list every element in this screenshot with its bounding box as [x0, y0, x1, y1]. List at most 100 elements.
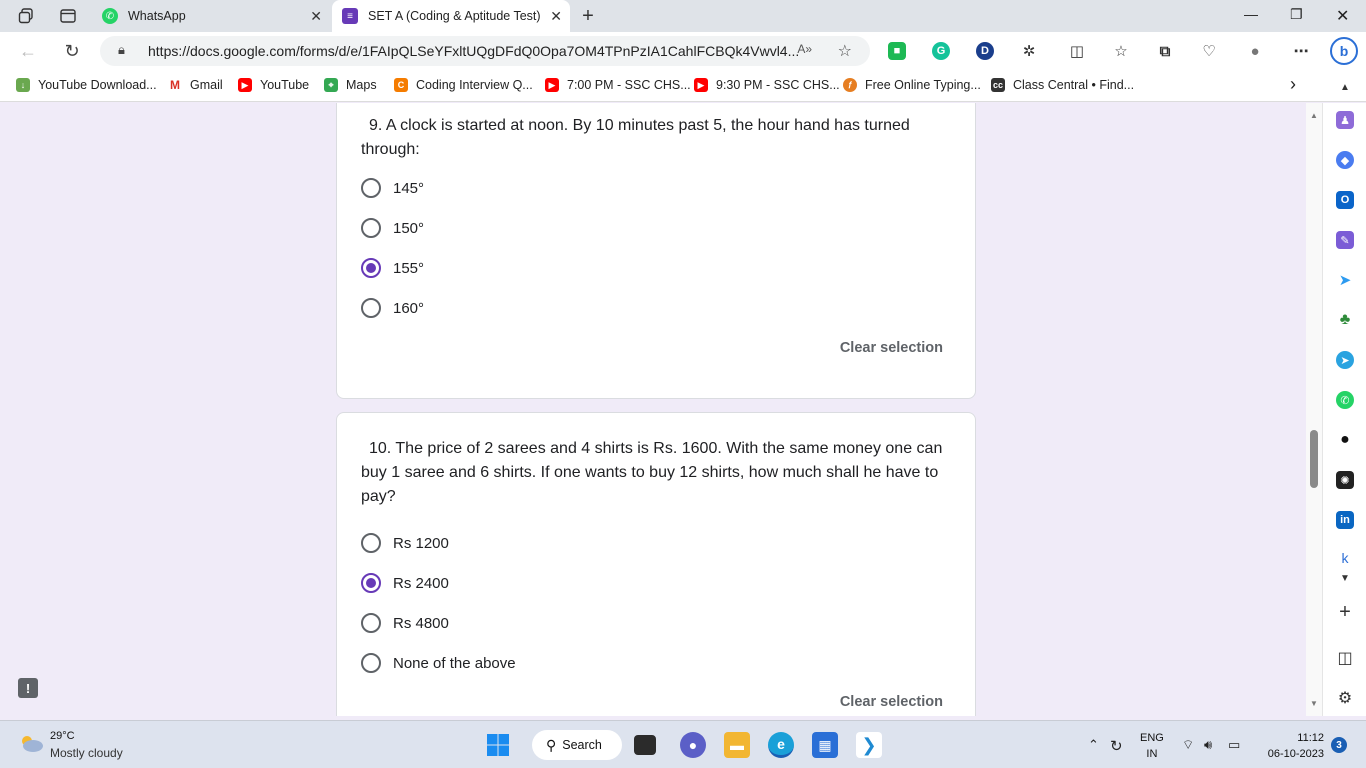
- wifi-icon[interactable]: ⌔: [1182, 737, 1194, 753]
- outlook-icon[interactable]: O: [1336, 191, 1354, 209]
- games-icon[interactable]: ♟: [1336, 111, 1354, 129]
- close-icon[interactable]: ✕: [550, 8, 562, 25]
- radio-button[interactable]: [361, 178, 381, 198]
- radio-button-selected[interactable]: [361, 258, 381, 278]
- option-145[interactable]: 145°: [361, 178, 424, 198]
- task-view-icon[interactable]: [634, 735, 656, 755]
- scroll-down-icon[interactable]: ▼: [1310, 699, 1318, 708]
- google-forms-icon: ≡: [342, 8, 358, 24]
- windows-taskbar: 29°C Mostly cloudy ⚲ Search ● ▬ e ▦ ❯ ⌃ …: [0, 720, 1366, 768]
- notification-badge[interactable]: 3: [1331, 737, 1347, 753]
- report-feedback-icon[interactable]: !: [18, 678, 38, 698]
- profile-icon[interactable]: ●: [1246, 42, 1264, 60]
- edge-browser-icon[interactable]: e: [768, 732, 794, 758]
- show-hidden-icons-icon[interactable]: ⌃: [1088, 737, 1099, 753]
- bookmark-typing[interactable]: 𝑓 Free Online Typing...: [843, 78, 981, 92]
- weather-temperature[interactable]: 29°C: [50, 730, 75, 742]
- radio-button[interactable]: [361, 533, 381, 553]
- radio-button-selected[interactable]: [361, 573, 381, 593]
- favorite-star-icon[interactable]: ☆: [838, 41, 852, 61]
- bookmark-maps[interactable]: ⌖ Maps: [324, 78, 377, 92]
- weather-cloud-icon[interactable]: [18, 733, 44, 753]
- option-150[interactable]: 150°: [361, 218, 424, 238]
- option-160[interactable]: 160°: [361, 298, 424, 318]
- windows-start-icon[interactable]: [485, 732, 511, 758]
- minimize-icon[interactable]: —: [1244, 6, 1258, 22]
- github-icon[interactable]: ●: [1336, 431, 1354, 449]
- radio-button[interactable]: [361, 613, 381, 633]
- extension-d-icon[interactable]: D: [976, 42, 994, 60]
- extension-green-icon[interactable]: ■: [888, 42, 906, 60]
- send-icon[interactable]: ➤: [1336, 271, 1354, 289]
- file-explorer-icon[interactable]: ▬: [724, 732, 750, 758]
- workspaces-icon[interactable]: [16, 6, 36, 26]
- sidebar-scroll-down-icon[interactable]: ▼: [1336, 569, 1354, 587]
- new-tab-icon[interactable]: +: [578, 5, 598, 27]
- clear-selection-button[interactable]: Clear selection: [840, 694, 943, 710]
- option-155[interactable]: 155°: [361, 258, 424, 278]
- grammarly-icon[interactable]: G: [932, 42, 950, 60]
- chevron-right-icon[interactable]: ›: [1290, 74, 1296, 95]
- bookmark-youtube-download[interactable]: ↓ YouTube Download...: [16, 78, 157, 92]
- scrollbar-thumb[interactable]: [1310, 430, 1318, 488]
- option-rs-4800[interactable]: Rs 4800: [361, 613, 449, 633]
- teams-chat-icon[interactable]: ●: [680, 732, 706, 758]
- clear-selection-button[interactable]: Clear selection: [840, 340, 943, 356]
- url-field[interactable]: 🔒︎ https://docs.google.com/forms/d/e/1FA…: [100, 36, 870, 66]
- sidebar-settings-icon[interactable]: ⚙: [1336, 689, 1354, 707]
- vscode-icon[interactable]: ❯: [856, 732, 882, 758]
- scroll-up-icon[interactable]: ▲: [1310, 111, 1318, 120]
- bookmark-youtube[interactable]: ▶ YouTube: [238, 78, 309, 92]
- taskbar-search[interactable]: ⚲ Search: [532, 730, 622, 760]
- close-icon[interactable]: ✕: [310, 8, 322, 25]
- option-rs-1200[interactable]: Rs 1200: [361, 533, 449, 553]
- refresh-icon[interactable]: ↻: [62, 41, 82, 61]
- page-scrollbar[interactable]: ▲ ▼: [1306, 103, 1322, 716]
- partial-icon[interactable]: k: [1336, 549, 1354, 567]
- close-window-icon[interactable]: ✕: [1336, 6, 1349, 26]
- chatgpt-icon[interactable]: ✺: [1336, 471, 1354, 489]
- youtube-icon: ▶: [238, 78, 252, 92]
- tab-label: SET A (Coding & Aptitude Test): [368, 9, 541, 23]
- tab-actions-icon[interactable]: [58, 6, 78, 26]
- read-aloud-icon[interactable]: A»: [797, 42, 812, 56]
- bookmark-class-central[interactable]: cc Class Central • Find...: [991, 78, 1134, 92]
- linkedin-icon[interactable]: in: [1336, 511, 1354, 529]
- bing-copilot-icon[interactable]: b: [1330, 37, 1358, 65]
- tab-whatsapp[interactable]: ✆ WhatsApp ✕: [96, 0, 330, 32]
- radio-button[interactable]: [361, 298, 381, 318]
- volume-icon[interactable]: 🔊︎: [1204, 737, 1212, 753]
- radio-button[interactable]: [361, 653, 381, 673]
- bookmark-coding-interview[interactable]: C Coding Interview Q...: [394, 78, 533, 92]
- system-clock[interactable]: 11:12 06-10-2023: [1256, 730, 1324, 762]
- battery-icon[interactable]: ▭: [1228, 737, 1240, 753]
- designer-icon[interactable]: ✎: [1336, 231, 1354, 249]
- favorites-icon[interactable]: ☆: [1112, 42, 1130, 60]
- extensions-icon[interactable]: ✲: [1020, 42, 1038, 60]
- restore-icon[interactable]: ❐: [1290, 6, 1303, 23]
- tree-icon[interactable]: ♣: [1336, 311, 1354, 329]
- telegram-icon[interactable]: ➤: [1336, 351, 1354, 369]
- back-icon[interactable]: ←: [18, 41, 38, 61]
- copilot-icon[interactable]: ◆: [1336, 151, 1354, 169]
- split-screen-icon[interactable]: ◫: [1068, 42, 1086, 60]
- hide-sidebar-icon[interactable]: ◫: [1336, 649, 1354, 667]
- radio-button[interactable]: [361, 218, 381, 238]
- sidebar-collapse-icon[interactable]: ▲: [1336, 78, 1354, 96]
- bookmark-ssc-930pm[interactable]: ▶ 9:30 PM - SSC CHS...: [694, 78, 840, 92]
- class-central-icon: cc: [991, 78, 1005, 92]
- add-sidebar-app-icon[interactable]: +: [1336, 601, 1354, 623]
- option-rs-2400[interactable]: Rs 2400: [361, 573, 449, 593]
- input-language[interactable]: ENG IN: [1140, 730, 1164, 762]
- bookmark-gmail[interactable]: M Gmail: [168, 78, 223, 92]
- browser-essentials-icon[interactable]: ♡: [1200, 42, 1218, 60]
- sync-icon[interactable]: ↻: [1110, 737, 1123, 755]
- tab-forms[interactable]: ≡ SET A (Coding & Aptitude Test) ✕: [332, 0, 570, 32]
- collections-icon[interactable]: ⧉: [1156, 42, 1174, 60]
- microsoft-store-icon[interactable]: ▦: [812, 732, 838, 758]
- option-none-of-the-above[interactable]: None of the above: [361, 653, 516, 673]
- more-menu-icon[interactable]: ⋯: [1292, 42, 1310, 60]
- weather-condition[interactable]: Mostly cloudy: [50, 746, 123, 760]
- whatsapp-icon[interactable]: ✆: [1336, 391, 1354, 409]
- bookmark-ssc-7pm[interactable]: ▶ 7:00 PM - SSC CHS...: [545, 78, 691, 92]
